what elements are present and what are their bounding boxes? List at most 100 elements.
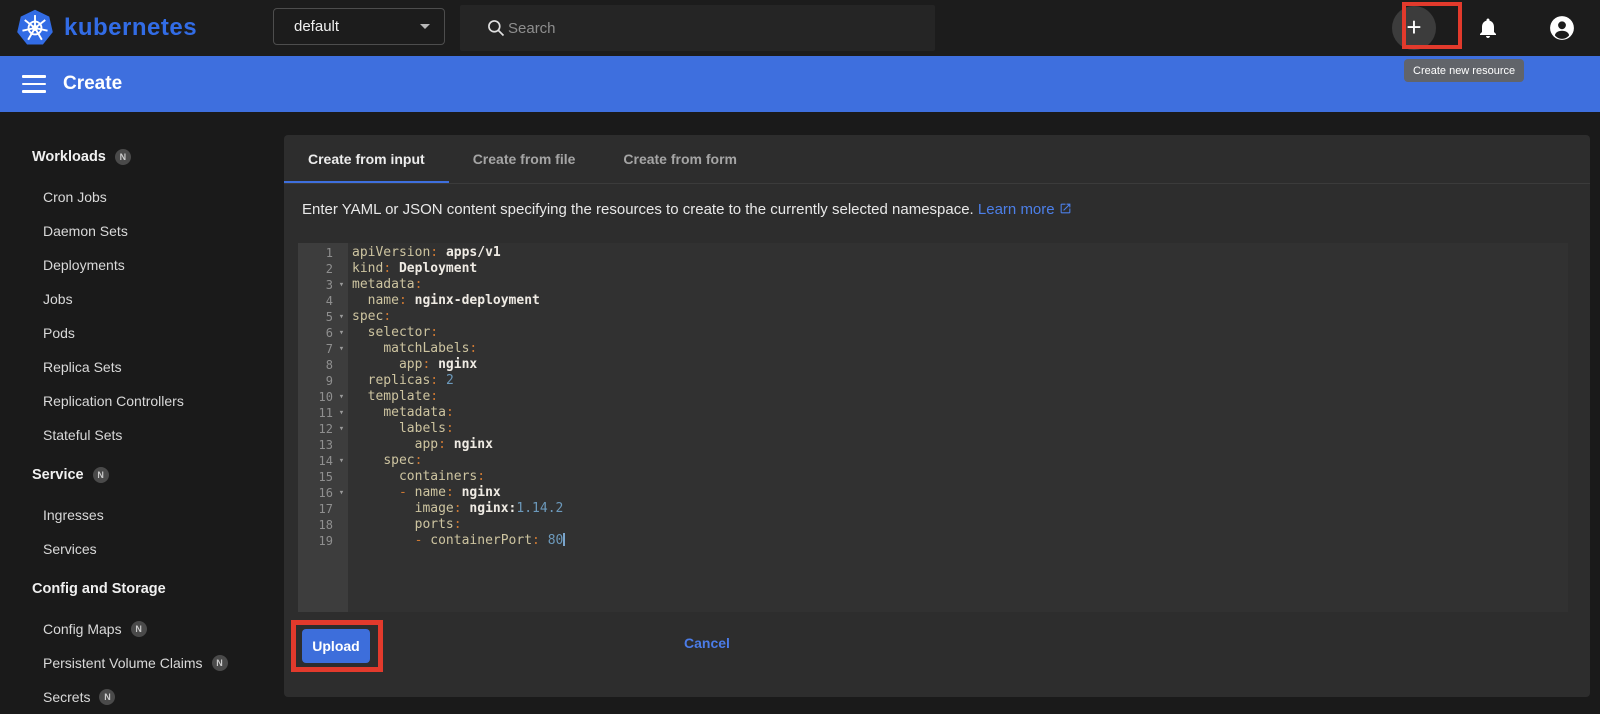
kubernetes-logo[interactable]: kubernetes — [0, 9, 250, 47]
fold-arrow-icon[interactable]: ▾ — [335, 389, 348, 405]
account-circle-icon — [1550, 16, 1574, 40]
code-line[interactable]: ports: — [352, 517, 1568, 533]
sidebar-item-config-maps[interactable]: Config Maps N — [0, 612, 278, 646]
sidebar-item-replica-sets[interactable]: Replica Sets — [0, 350, 278, 384]
sidebar-item-label: Deployments — [43, 257, 125, 273]
sidebar-item-label: Ingresses — [43, 507, 104, 523]
code-line[interactable]: - containerPort: 80 — [352, 533, 1568, 549]
sidebar-item-daemon-sets[interactable]: Daemon Sets — [0, 214, 278, 248]
fold-arrow-icon[interactable]: ▾ — [335, 325, 348, 341]
code-line[interactable]: metadata: — [352, 405, 1568, 421]
sidebar-item-label: Pods — [43, 325, 75, 341]
line-number: 4 — [325, 294, 333, 308]
gutter-line: 10 ▾ — [298, 389, 348, 405]
code-line[interactable]: kind: Deployment — [352, 261, 1568, 277]
fold-arrow-icon[interactable]: ▾ — [335, 485, 348, 501]
code-line[interactable]: matchLabels: — [352, 341, 1568, 357]
code-line[interactable]: metadata: — [352, 277, 1568, 293]
namespaced-badge: N — [114, 149, 131, 165]
sidebar-item-label: Services — [43, 541, 97, 557]
kubernetes-helm-icon — [17, 9, 53, 45]
code-line[interactable]: app: nginx — [352, 437, 1568, 453]
create-card: Create from input Create from file Create … — [284, 135, 1590, 697]
sidebar-item-ingresses[interactable]: Ingresses — [0, 498, 278, 532]
gutter-line: 7 ▾ — [298, 341, 348, 357]
fold-arrow-icon[interactable]: ▾ — [335, 277, 348, 293]
namespace-selector[interactable]: default — [273, 8, 445, 45]
sidebar-item-replication-controllers[interactable]: Replication Controllers — [0, 384, 278, 418]
gutter-line: 1 — [298, 245, 348, 261]
text-cursor — [563, 533, 566, 546]
sidebar-item-jobs[interactable]: Jobs — [0, 282, 278, 316]
code-line[interactable]: spec: — [352, 453, 1568, 469]
sidebar-item-label: Replication Controllers — [43, 393, 184, 409]
code-line[interactable]: spec: — [352, 309, 1568, 325]
editor-gutter: 1 2 3 ▾ 4 5 ▾ 6 ▾ 7 ▾ 8 9 10 ▾ 11 ▾ 12 ▾ 13 14 ▾ 15 16 ▾ 17 18 19 — [298, 243, 348, 612]
namespaced-badge: N — [99, 689, 116, 705]
line-number: 17 — [318, 502, 333, 516]
account-button[interactable] — [1540, 6, 1584, 50]
line-number: 13 — [318, 438, 333, 452]
cancel-button[interactable]: Cancel — [684, 635, 730, 651]
sidebar-item-secrets[interactable]: Secrets N — [0, 680, 278, 714]
sidebar-item-label: Daemon Sets — [43, 223, 128, 239]
code-line[interactable]: labels: — [352, 421, 1568, 437]
line-number: 6 — [325, 326, 333, 340]
tab-create-from-input[interactable]: Create from input — [284, 135, 449, 183]
code-line[interactable]: app: nginx — [352, 357, 1568, 373]
search-bar[interactable] — [460, 5, 935, 51]
code-line[interactable]: template: — [352, 389, 1568, 405]
notifications-button[interactable] — [1466, 6, 1510, 50]
fold-arrow-icon[interactable]: ▾ — [335, 405, 348, 421]
tab-create-from-form[interactable]: Create from form — [599, 135, 761, 183]
sidebar-section-label: Workloads — [32, 149, 106, 165]
sidebar-section-service[interactable]: Service N — [0, 458, 278, 492]
code-line[interactable]: selector: — [352, 325, 1568, 341]
create-new-resource-button[interactable]: + — [1392, 6, 1436, 50]
fold-arrow-icon[interactable]: ▾ — [335, 341, 348, 357]
tab-create-from-file[interactable]: Create from file — [449, 135, 600, 183]
line-number: 1 — [325, 246, 333, 260]
sidebar-item-stateful-sets[interactable]: Stateful Sets — [0, 418, 278, 452]
editor-code-area[interactable]: apiVersion: apps/v1 kind: Deployment metad… — [348, 243, 1568, 612]
code-line[interactable]: name: nginx-deployment — [352, 293, 1568, 309]
fold-arrow-icon[interactable]: ▾ — [335, 453, 348, 469]
gutter-line: 15 — [298, 469, 348, 485]
sidebar-item-deployments[interactable]: Deployments — [0, 248, 278, 282]
description-text: Enter YAML or JSON content specifying th… — [302, 201, 1572, 218]
gutter-line: 14 ▾ — [298, 453, 348, 469]
line-number: 12 — [318, 422, 333, 436]
gutter-line: 13 — [298, 437, 348, 453]
sidebar-item-persistent-volume-claims[interactable]: Persistent Volume Claims N — [0, 646, 278, 680]
line-number: 19 — [318, 534, 333, 548]
yaml-code-editor[interactable]: 1 2 3 ▾ 4 5 ▾ 6 ▾ 7 ▾ 8 9 10 ▾ 11 ▾ 12 ▾ 13 14 ▾ 15 16 ▾ 17 18 19 a… — [298, 243, 1568, 612]
sidebar-section-workloads[interactable]: Workloads N — [0, 140, 278, 174]
code-line[interactable]: replicas: 2 — [352, 373, 1568, 389]
upload-button[interactable]: Upload — [302, 629, 370, 663]
namespaced-badge: N — [211, 655, 228, 671]
fold-arrow-icon[interactable]: ▾ — [335, 309, 348, 325]
line-number: 3 — [325, 278, 333, 292]
code-line[interactable]: image: nginx:1.14.2 — [352, 501, 1568, 517]
code-line[interactable]: - name: nginx — [352, 485, 1568, 501]
search-input[interactable] — [508, 19, 888, 37]
sidebar-item-label: Cron Jobs — [43, 189, 107, 205]
sidebar-item-services[interactable]: Services — [0, 532, 278, 566]
line-number: 7 — [325, 342, 333, 356]
menu-icon[interactable] — [22, 75, 46, 93]
line-number: 8 — [325, 358, 333, 372]
code-line[interactable]: apiVersion: apps/v1 — [352, 245, 1568, 261]
external-link-icon — [1060, 203, 1070, 214]
sidebar-item-cron-jobs[interactable]: Cron Jobs — [0, 180, 278, 214]
learn-more-link[interactable]: Learn more — [978, 201, 1072, 218]
code-line[interactable]: containers: — [352, 469, 1568, 485]
gutter-line: 8 — [298, 357, 348, 373]
line-number: 10 — [318, 390, 333, 404]
sidebar-section-config-and-storage[interactable]: Config and Storage — [0, 572, 278, 606]
line-number: 15 — [318, 470, 333, 484]
gutter-line: 2 — [298, 261, 348, 277]
gutter-line: 12 ▾ — [298, 421, 348, 437]
fold-arrow-icon[interactable]: ▾ — [335, 421, 348, 437]
sidebar-item-pods[interactable]: Pods — [0, 316, 278, 350]
page-title: Create — [63, 73, 123, 94]
